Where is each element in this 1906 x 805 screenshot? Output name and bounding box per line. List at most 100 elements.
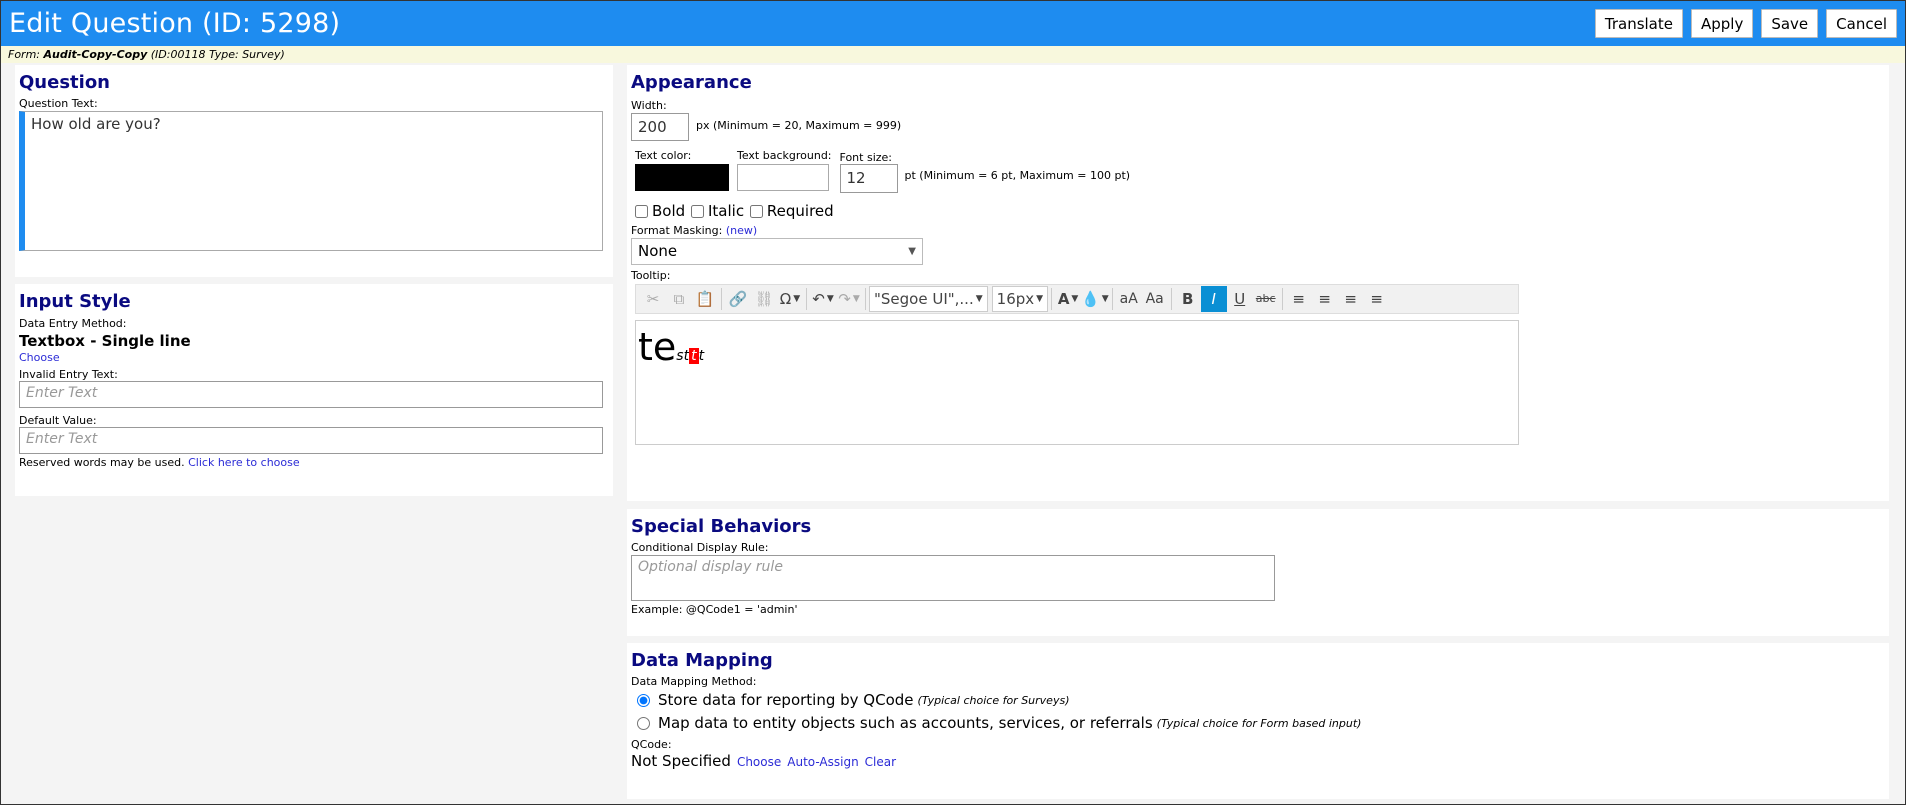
cut-icon[interactable]: ✂ (640, 286, 666, 312)
translate-button[interactable]: Translate (1594, 9, 1683, 38)
invalid-entry-label: Invalid Entry Text: (19, 368, 118, 381)
special-behaviors-title: Special Behaviors (631, 516, 812, 537)
appearance-title: Appearance (631, 72, 752, 93)
conditional-rule-input[interactable]: Optional display rule (631, 555, 1275, 601)
format-masking-label: Format Masking: (631, 223, 723, 237)
question-title: Question (19, 72, 110, 93)
editor-toolbar: ✂ ⧉ 📋 🔗 ⛓ Ω ▼ ↶ ▼ ↷ ▼ "Segoe UI",... ▼ 16px ▼… (635, 283, 1519, 314)
chevron-down-icon: ▼ (908, 245, 916, 257)
map-entity-radio[interactable]: Map data to entity objects such as accou… (637, 714, 1885, 732)
mapping-method-label: Data Mapping Method: (631, 675, 757, 688)
undo-icon[interactable]: ↶ ▼ (810, 286, 836, 312)
input-style-title: Input Style (19, 291, 131, 312)
special-char-icon[interactable]: Ω ▼ (777, 286, 803, 312)
font-family-value: "Segoe UI",... (874, 289, 974, 308)
tooltip-label: Tooltip: (631, 268, 671, 282)
italic-icon[interactable]: I (1200, 285, 1227, 312)
align-justify-icon[interactable]: ≡ (1364, 286, 1390, 312)
link-icon[interactable]: 🔗 (725, 286, 751, 312)
copy-icon[interactable]: ⧉ (666, 286, 692, 312)
text-background-label: Text background: (737, 149, 832, 162)
app-window: Edit Question (ID: 5298) Translate Apply… (0, 0, 1906, 805)
conditional-rule-placeholder: Optional display rule (638, 559, 783, 575)
choose-method-link[interactable]: Choose (19, 351, 609, 364)
default-value-input[interactable]: Enter Text (19, 427, 603, 454)
conditional-rule-label: Conditional Display Rule: (631, 541, 769, 554)
qcode-auto-assign-link[interactable]: Auto-Assign (787, 755, 858, 769)
uppercase-icon[interactable]: Aa (1142, 286, 1168, 312)
toolbar-separator (806, 287, 807, 310)
underline-icon[interactable]: U (1227, 286, 1253, 312)
store-qcode-radio[interactable]: Store data for reporting by QCode (Typic… (637, 691, 1885, 709)
title-bar: Edit Question (ID: 5298) Translate Apply… (1, 1, 1905, 46)
tooltip-editor: ✂ ⧉ 📋 🔗 ⛓ Ω ▼ ↶ ▼ ↷ ▼ "Segoe UI",... ▼ 16px ▼… (635, 283, 1519, 445)
unlink-icon[interactable]: ⛓ (751, 286, 777, 312)
question-panel: Question Question Text: How old are you? (15, 65, 613, 277)
tooltip-small-text-c: t (698, 347, 705, 364)
font-size-hint: pt (Minimum = 6 pt, Maximum = 100 pt) (904, 169, 1131, 182)
align-left-icon[interactable]: ≡ (1286, 286, 1312, 312)
apply-button[interactable]: Apply (1690, 9, 1754, 38)
form-info-bar: Form: Audit-Copy-Copy (ID:00118 Type: Su… (1, 46, 1905, 63)
highlight-color-icon[interactable]: 💧 ▼ (1081, 286, 1109, 312)
text-background-swatch[interactable] (737, 164, 829, 191)
page-title: Edit Question (ID: 5298) (9, 8, 341, 39)
form-name: Audit-Copy-Copy (43, 48, 148, 61)
paste-icon[interactable]: 📋 (692, 286, 718, 312)
strikethrough-icon[interactable]: abc (1253, 286, 1279, 312)
redo-icon[interactable]: ↷ ▼ (836, 286, 862, 312)
special-behaviors-panel: Special Behaviors Conditional Display Ru… (627, 509, 1889, 636)
format-masking-select[interactable]: None ▼ (631, 237, 923, 265)
data-entry-method-value: Textbox - Single line (19, 332, 191, 350)
tooltip-large-text: te (638, 324, 677, 369)
font-size-select[interactable]: 16px ▼ (991, 285, 1049, 312)
tooltip-highlighted-text: t (689, 347, 699, 364)
required-label: Required (766, 202, 834, 220)
bold-checkbox[interactable]: Bold (635, 202, 685, 220)
text-color-swatch[interactable] (635, 164, 729, 191)
tooltip-content-area[interactable]: test t t (635, 319, 1519, 445)
bold-icon[interactable]: B (1175, 286, 1201, 312)
italic-label: Italic (708, 202, 745, 220)
width-label: Width: (631, 99, 667, 112)
width-input[interactable]: 200 (631, 113, 689, 141)
italic-checkbox[interactable]: Italic (691, 202, 744, 220)
font-color-icon[interactable]: A ▼ (1055, 286, 1081, 312)
toolbar-separator (1111, 287, 1113, 310)
toolbar-separator (721, 287, 722, 310)
align-center-icon[interactable]: ≡ (1312, 286, 1338, 312)
font-family-select[interactable]: "Segoe UI",... ▼ (869, 285, 988, 312)
question-text-area[interactable]: How old are you? (19, 111, 603, 251)
required-checkbox[interactable]: Required (749, 202, 834, 220)
qcode-label: QCode: (631, 738, 672, 751)
qcode-clear-link[interactable]: Clear (865, 755, 896, 769)
width-hint: px (Minimum = 20, Maximum = 999) (696, 119, 902, 132)
font-size-label: Font size: (839, 151, 892, 164)
align-right-icon[interactable]: ≡ (1338, 286, 1364, 312)
lowercase-icon[interactable]: aA (1116, 286, 1142, 312)
store-qcode-hint: (Typical choice for Surveys) (917, 693, 1070, 707)
font-size-value: 12 (846, 169, 866, 187)
text-color-label: Text color: (635, 149, 692, 162)
store-qcode-label: Store data for reporting by QCode (658, 691, 914, 709)
data-mapping-panel: Data Mapping Data Mapping Method: Store … (627, 643, 1889, 799)
data-entry-method-label: Data Entry Method: (19, 317, 127, 330)
form-type: Type: Survey) (208, 48, 285, 61)
cancel-button[interactable]: Cancel (1826, 9, 1897, 38)
format-masking-new-link[interactable]: (new) (726, 224, 757, 237)
save-button[interactable]: Save (1761, 9, 1819, 38)
question-text-value: How old are you? (31, 115, 161, 133)
qcode-value: Not Specified (631, 752, 731, 770)
invalid-entry-input[interactable]: Enter Text (19, 381, 603, 408)
form-prefix: Form: (8, 48, 41, 61)
toolbar-separator (865, 287, 866, 310)
appearance-panel: Appearance Width: 200 px (Minimum = 20, … (627, 65, 1889, 501)
question-text-label: Question Text: (19, 97, 98, 110)
reserved-words-link[interactable]: Click here to choose (188, 456, 300, 469)
invalid-entry-placeholder: Enter Text (26, 385, 98, 401)
qcode-choose-link[interactable]: Choose (737, 755, 781, 769)
default-value-placeholder: Enter Text (26, 431, 98, 447)
toolbar-separator (1051, 287, 1053, 310)
width-value: 200 (638, 118, 667, 136)
font-size-input[interactable]: 12 (839, 164, 898, 193)
